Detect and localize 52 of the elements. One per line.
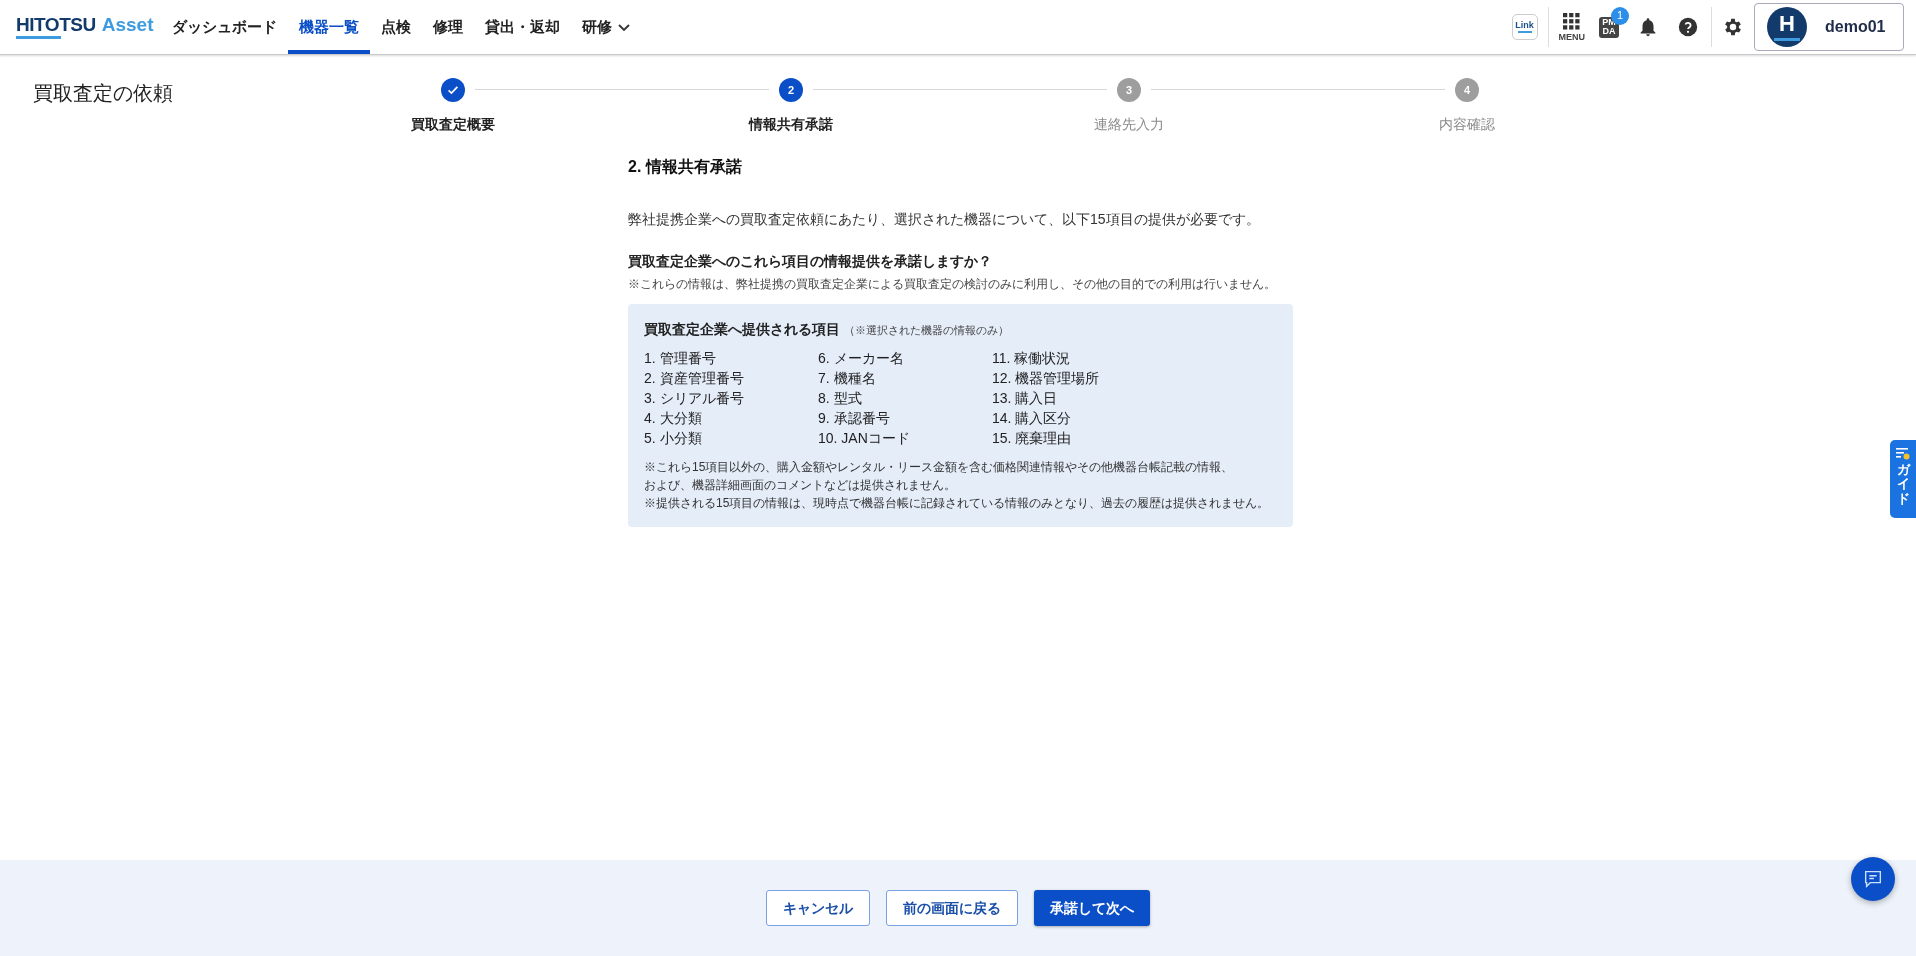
list-item: 6. メーカー名	[818, 349, 905, 368]
settings-icon[interactable]	[1722, 16, 1744, 38]
list-item: 13. 購入日	[992, 389, 1059, 408]
section-title: 2. 情報共有承諾	[628, 157, 743, 177]
nav-tab[interactable]: 機器一覧	[288, 0, 371, 54]
nav-tab[interactable]: 修理	[422, 0, 475, 54]
list-item: 8. 型式	[818, 389, 863, 408]
link-button[interactable]: Link	[1511, 14, 1538, 40]
user-avatar: H	[1767, 7, 1807, 47]
list-item: 2. 資産管理番号	[644, 369, 745, 388]
intro-text: 弊社提携企業への買取査定依頼にあたり、選択された機器について、以下15項目の提供が必要です。	[628, 210, 1261, 229]
list-item: 15. 廃棄理由	[992, 429, 1073, 448]
user-menu-button[interactable]: H demo01	[1754, 3, 1904, 51]
step-indicator: 2	[779, 78, 803, 102]
question-text: 買取査定企業へのこれら項目の情報提供を承諾しますか？	[628, 252, 993, 271]
info-title: 買取査定企業へ提供される項目	[644, 320, 840, 339]
footer-button[interactable]: 前の画面に戻る	[886, 890, 1018, 926]
note-text: ※これらの情報は、弊社提携の買取査定企業による買取査定の検討のみに利用し、その他の目的での利用は行いません。	[628, 276, 1277, 293]
footer-button[interactable]: 承諾して次へ	[1034, 890, 1150, 926]
step-label: 買取査定概要	[411, 115, 495, 134]
guide-tab[interactable]: ガイド	[1890, 440, 1916, 518]
menu-button[interactable]: MENU	[1558, 12, 1585, 42]
list-item: 3. シリアル番号	[644, 389, 745, 408]
note-text: および、機器詳細画面のコメントなどは提供されません。	[644, 477, 957, 494]
chat-icon	[1862, 868, 1884, 890]
list-item: 1. 管理番号	[644, 349, 717, 368]
note-text: ※これら15項目以外の、購入金額やレンタル・リース金額を含む価格関連情報やその他機器台帳記載の情報、	[644, 459, 1235, 476]
nav-tab[interactable]: 点検	[370, 0, 423, 54]
step-label: 内容確認	[1439, 115, 1495, 134]
footer-button[interactable]: キャンセル	[766, 890, 870, 926]
note-text: ※提供される15項目の情報は、現時点で機器台帳に記録されている情報のみとなり、過去の履歴は提供されません。	[644, 495, 1271, 512]
list-item: 5. 小分類	[644, 429, 703, 448]
nav-tab[interactable]: 研修	[571, 0, 644, 54]
info-subtitle: （※選択された機器の情報のみ）	[844, 323, 1009, 338]
step-indicator: 4	[1455, 78, 1479, 102]
step-indicator: 3	[1117, 78, 1141, 102]
list-icon	[1896, 448, 1910, 460]
nav-tab[interactable]: 貸出・返却	[474, 0, 572, 54]
chat-button[interactable]	[1851, 857, 1895, 901]
list-item: 14. 購入区分	[992, 409, 1073, 428]
list-item: 9. 承認番号	[818, 409, 891, 428]
page-title: 買取査定の依頼	[33, 81, 173, 106]
step-label: 連絡先入力	[1094, 115, 1164, 134]
list-item: 12. 機器管理場所	[992, 369, 1101, 388]
step-label: 情報共有承諾	[749, 115, 833, 134]
list-item: 7. 機種名	[818, 369, 877, 388]
help-icon[interactable]	[1677, 16, 1699, 38]
list-item: 11. 稼働状況	[992, 349, 1072, 368]
logo[interactable]: HITOTSU Asset	[16, 15, 154, 39]
list-item: 10. JANコード	[818, 429, 911, 448]
nav-tab[interactable]: ダッシュボード	[161, 0, 289, 54]
list-item: 4. 大分類	[644, 409, 703, 428]
